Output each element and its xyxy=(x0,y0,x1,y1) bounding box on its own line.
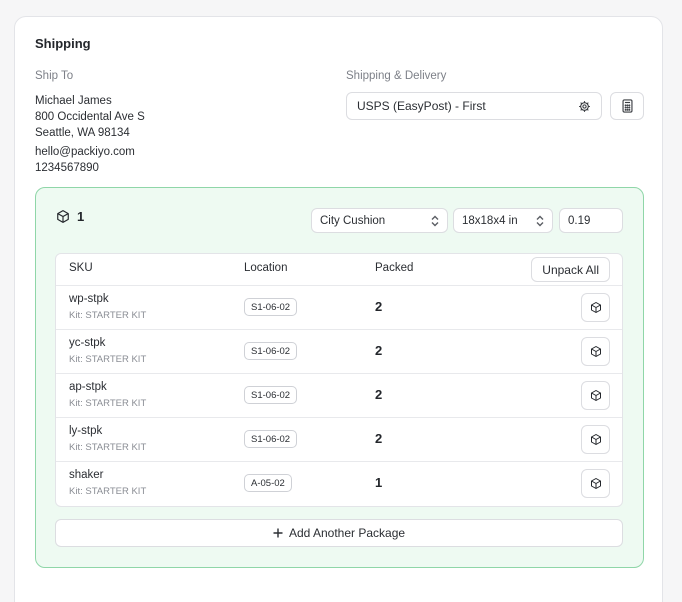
table-row: shaker Kit: STARTER KIT A-05-02 1 xyxy=(56,461,622,505)
chevron-updown-icon xyxy=(536,215,544,227)
add-another-package-button[interactable]: Add Another Package xyxy=(55,519,623,547)
row-packed-qty: 2 xyxy=(375,431,383,446)
unpack-item-button[interactable] xyxy=(581,381,610,410)
carrier-value: USPS (EasyPost) - First xyxy=(357,99,486,113)
address-street: 800 Occidental Ave S xyxy=(35,111,145,123)
row-sku: ap-stpk xyxy=(69,381,107,393)
row-sku: shaker xyxy=(69,469,104,481)
table-row: yc-stpk Kit: STARTER KIT S1-06-02 2 xyxy=(56,329,622,373)
row-kit: Kit: STARTER KIT xyxy=(69,398,147,409)
box-icon xyxy=(590,389,602,402)
rates-button[interactable] xyxy=(610,92,644,120)
row-packed-qty: 2 xyxy=(375,343,383,358)
column-header-sku: SKU xyxy=(69,262,93,274)
table-row: ly-stpk Kit: STARTER KIT S1-06-02 2 xyxy=(56,417,622,461)
box-icon xyxy=(590,345,602,358)
dimensions-value: 18x18x4 in xyxy=(462,214,518,227)
address-phone: 1234567890 xyxy=(35,162,99,174)
location-badge: A-05-02 xyxy=(244,474,292,492)
carrier-select[interactable]: USPS (EasyPost) - First xyxy=(346,92,602,120)
address-name: Michael James xyxy=(35,95,112,107)
ship-to-label: Ship To xyxy=(35,70,74,82)
location-badge: S1-06-02 xyxy=(244,430,298,448)
row-kit: Kit: STARTER KIT xyxy=(69,310,147,321)
column-header-packed: Packed xyxy=(375,262,414,274)
address-email: hello@packiyo.com xyxy=(35,146,135,158)
row-packed-qty: 1 xyxy=(375,475,383,490)
table-row: wp-stpk Kit: STARTER KIT S1-06-02 2 xyxy=(56,285,622,329)
shipping-card: Shipping Ship To Shipping & Delivery Mic… xyxy=(14,16,663,602)
shipping-title: Shipping xyxy=(35,36,91,51)
chevron-updown-icon xyxy=(431,215,439,227)
unpack-item-button[interactable] xyxy=(581,425,610,454)
address-city: Seattle, WA 98134 xyxy=(35,127,130,139)
table-row: ap-stpk Kit: STARTER KIT S1-06-02 2 xyxy=(56,373,622,417)
box-type-value: City Cushion xyxy=(320,214,386,227)
weight-input[interactable]: 0.19 xyxy=(559,208,623,233)
box-icon xyxy=(590,433,602,446)
box-icon xyxy=(590,301,602,314)
row-kit: Kit: STARTER KIT xyxy=(69,486,147,497)
row-kit: Kit: STARTER KIT xyxy=(69,442,147,453)
box-icon xyxy=(56,209,70,224)
location-badge: S1-06-02 xyxy=(244,298,298,316)
box-type-select[interactable]: City Cushion xyxy=(311,208,448,233)
row-packed-qty: 2 xyxy=(375,299,383,314)
calculator-icon xyxy=(621,99,634,113)
location-badge: S1-06-02 xyxy=(244,342,298,360)
row-sku: yc-stpk xyxy=(69,337,106,349)
dimensions-select[interactable]: 18x18x4 in xyxy=(453,208,553,233)
column-header-location: Location xyxy=(244,262,288,274)
unpack-item-button[interactable] xyxy=(581,469,610,498)
unpack-item-button[interactable] xyxy=(581,293,610,322)
unpack-all-button[interactable]: Unpack All xyxy=(531,257,610,282)
row-sku: ly-stpk xyxy=(69,425,103,437)
box-icon xyxy=(590,477,602,490)
package-header: 1 xyxy=(56,209,84,224)
packed-items-table: SKU Location Packed Unpack All wp-stpk K… xyxy=(55,253,623,507)
package-panel: 1 City Cushion 18x18x4 in 0.19 SKU Locat xyxy=(35,187,644,568)
add-package-label: Add Another Package xyxy=(288,526,406,540)
row-kit: Kit: STARTER KIT xyxy=(69,354,147,365)
weight-value: 0.19 xyxy=(568,214,591,227)
gear-icon[interactable] xyxy=(578,100,591,113)
ship-to-address: Michael James 800 Occidental Ave S Seatt… xyxy=(35,93,145,176)
package-number: 1 xyxy=(77,209,85,224)
shipping-delivery-label: Shipping & Delivery xyxy=(346,70,447,82)
unpack-item-button[interactable] xyxy=(581,337,610,366)
row-sku: wp-stpk xyxy=(69,293,109,305)
row-packed-qty: 2 xyxy=(375,387,383,402)
location-badge: S1-06-02 xyxy=(244,386,298,404)
plus-icon xyxy=(273,528,283,538)
